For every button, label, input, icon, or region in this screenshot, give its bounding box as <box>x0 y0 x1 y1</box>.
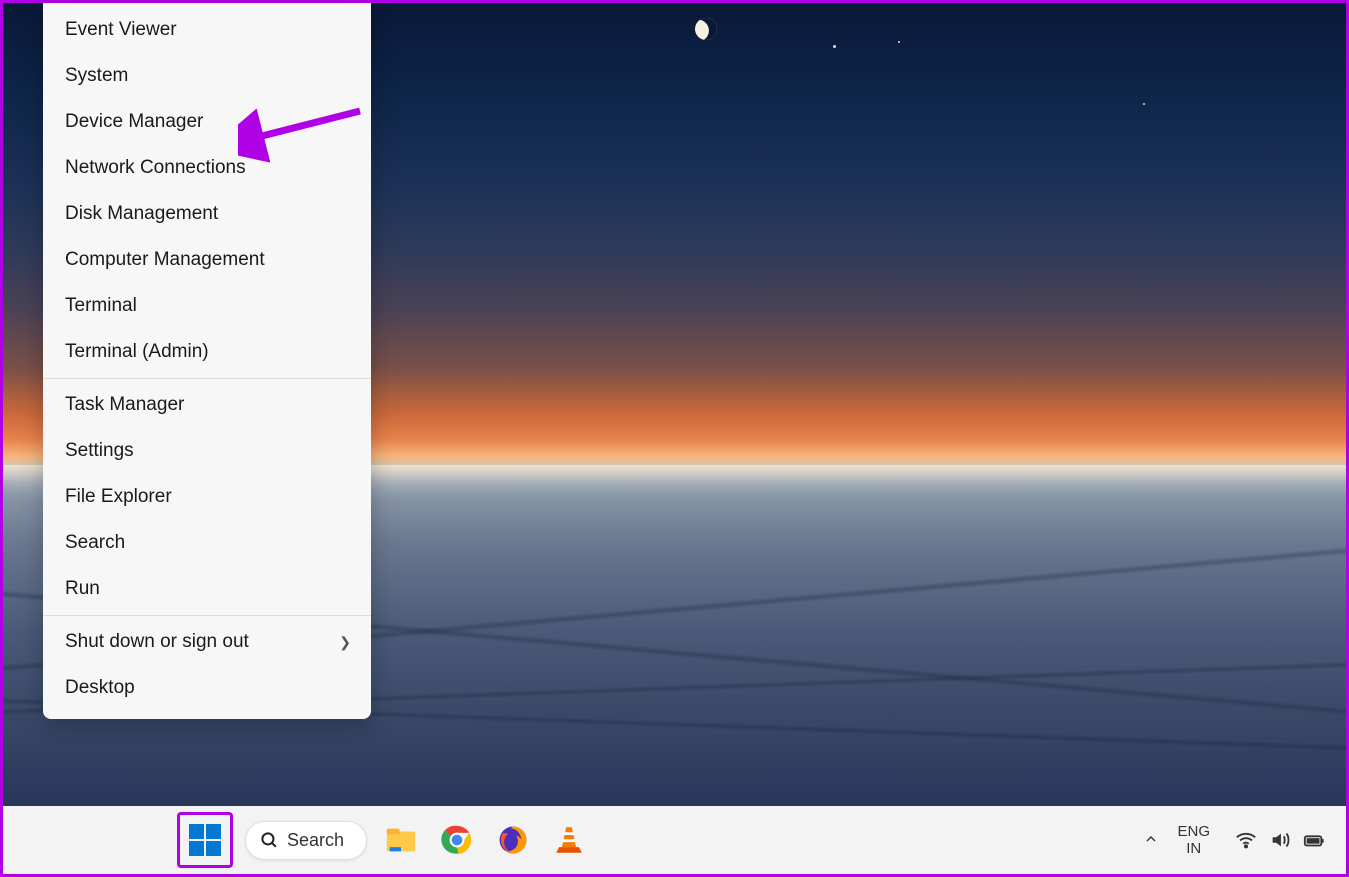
menu-item-shutdown-signout[interactable]: Shut down or sign out ❯ <box>43 619 371 665</box>
menu-separator <box>43 615 371 616</box>
taskbar-center: Search <box>177 812 591 868</box>
menu-item-terminal[interactable]: Terminal <box>43 283 371 329</box>
firefox-icon <box>496 823 530 857</box>
star-decoration <box>898 41 900 43</box>
menu-item-label: Device Manager <box>65 111 203 133</box>
wifi-icon <box>1235 829 1257 851</box>
taskbar-search-button[interactable]: Search <box>245 821 367 860</box>
menu-item-label: System <box>65 65 128 87</box>
language-indicator[interactable]: ENG IN <box>1177 823 1210 858</box>
menu-item-desktop[interactable]: Desktop <box>43 665 371 711</box>
volume-icon <box>1269 829 1291 851</box>
menu-item-label: Event Viewer <box>65 19 177 41</box>
annotation-highlight <box>177 812 233 868</box>
menu-item-file-explorer[interactable]: File Explorer <box>43 474 371 520</box>
menu-item-run[interactable]: Run <box>43 566 371 612</box>
menu-item-computer-management[interactable]: Computer Management <box>43 237 371 283</box>
search-icon <box>260 831 279 850</box>
star-decoration <box>1143 103 1145 105</box>
menu-separator <box>43 378 371 379</box>
windows-logo-icon <box>189 824 221 856</box>
menu-item-system[interactable]: System <box>43 53 371 99</box>
menu-item-label: Disk Management <box>65 203 218 225</box>
winx-context-menu: Event Viewer System Device Manager Netwo… <box>43 3 371 719</box>
menu-item-settings[interactable]: Settings <box>43 428 371 474</box>
menu-item-device-manager[interactable]: Device Manager <box>43 99 371 145</box>
menu-item-label: Search <box>65 532 125 554</box>
menu-item-label: Terminal (Admin) <box>65 341 209 363</box>
language-code: ENG <box>1177 823 1210 840</box>
vlc-icon <box>552 823 586 857</box>
chrome-icon <box>440 823 474 857</box>
taskbar-chrome[interactable] <box>435 818 479 862</box>
menu-item-label: Terminal <box>65 295 137 317</box>
menu-item-label: Desktop <box>65 677 135 699</box>
chevron-right-icon: ❯ <box>339 634 351 651</box>
file-explorer-icon <box>384 823 418 857</box>
menu-item-event-viewer[interactable]: Event Viewer <box>43 7 371 53</box>
system-tray: ENG IN <box>1143 823 1332 858</box>
start-button[interactable] <box>184 819 226 861</box>
taskbar-vlc[interactable] <box>547 818 591 862</box>
taskbar-file-explorer[interactable] <box>379 818 423 862</box>
taskbar-firefox[interactable] <box>491 818 535 862</box>
star-decoration <box>833 45 836 48</box>
taskbar: Search ENG IN <box>3 806 1346 874</box>
menu-item-label: Task Manager <box>65 394 184 416</box>
chevron-up-icon <box>1143 831 1159 847</box>
battery-icon <box>1303 829 1325 851</box>
menu-item-terminal-admin[interactable]: Terminal (Admin) <box>43 329 371 375</box>
menu-item-task-manager[interactable]: Task Manager <box>43 382 371 428</box>
menu-item-network-connections[interactable]: Network Connections <box>43 145 371 191</box>
moon-decoration <box>691 14 720 43</box>
menu-item-label: Settings <box>65 440 134 462</box>
menu-item-label: Computer Management <box>65 249 265 271</box>
quick-settings-button[interactable] <box>1228 824 1332 856</box>
menu-item-disk-management[interactable]: Disk Management <box>43 191 371 237</box>
menu-item-label: Run <box>65 578 100 600</box>
menu-item-label: Network Connections <box>65 157 246 179</box>
menu-item-label: File Explorer <box>65 486 172 508</box>
search-label: Search <box>287 830 344 851</box>
language-region: IN <box>1177 840 1210 857</box>
tray-overflow-button[interactable] <box>1143 831 1159 850</box>
menu-item-search[interactable]: Search <box>43 520 371 566</box>
menu-item-label: Shut down or sign out <box>65 631 249 653</box>
